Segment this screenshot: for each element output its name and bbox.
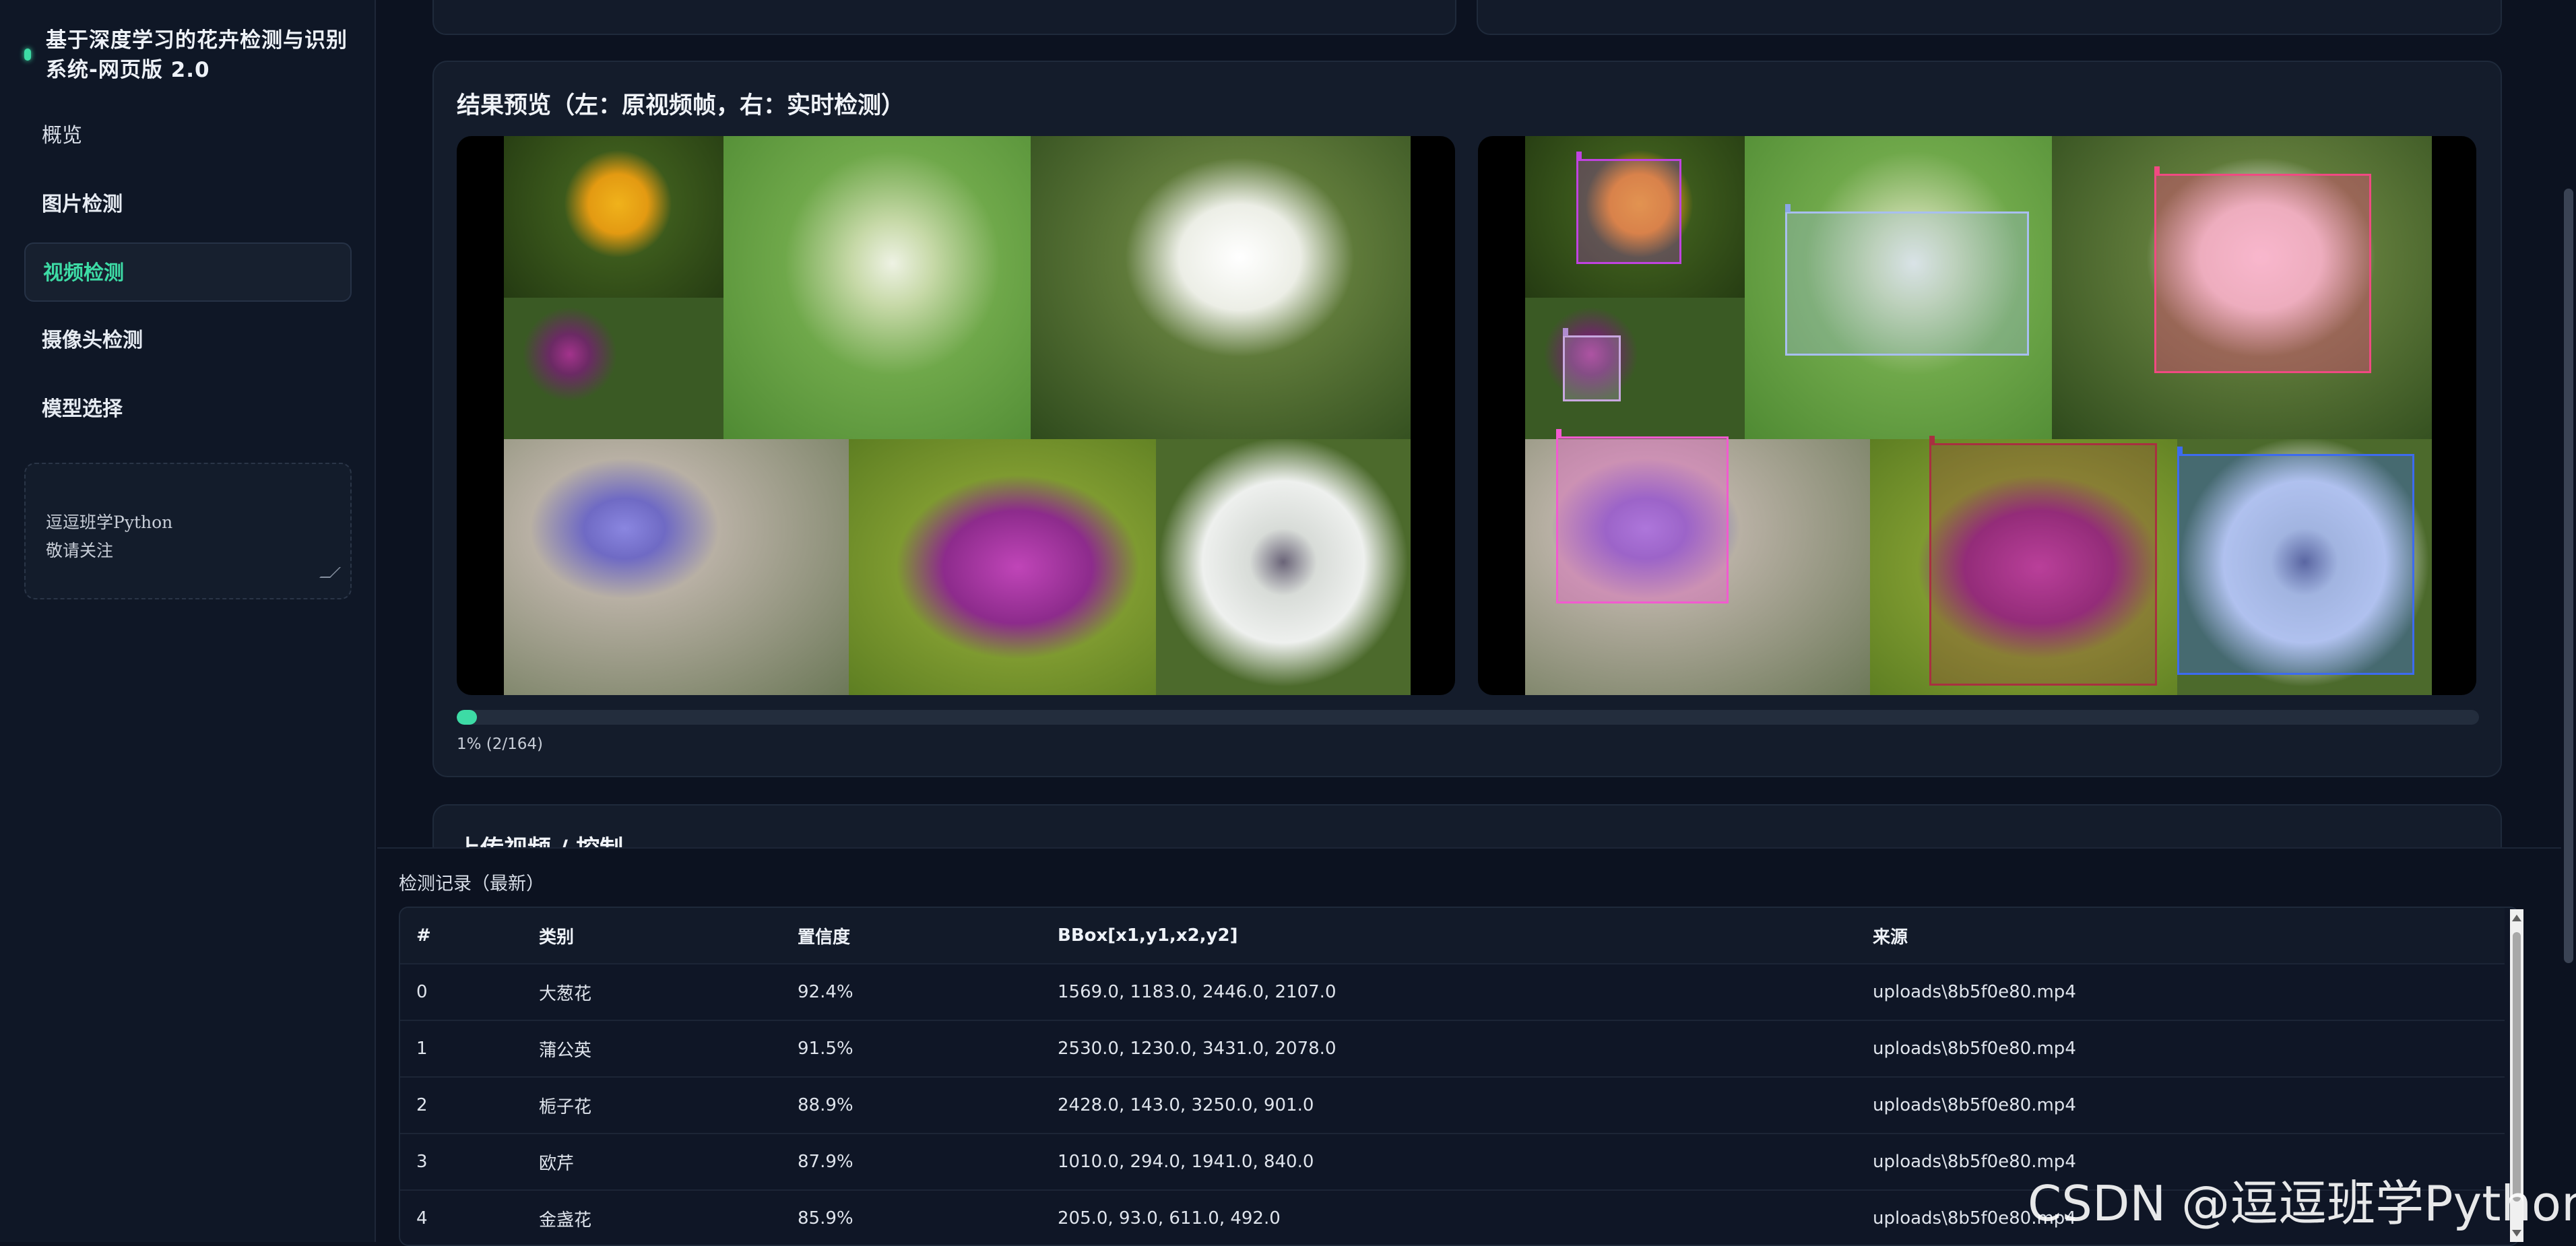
detection-box-gardenia (2154, 166, 2371, 373)
table-cell: 栀子花 (523, 1077, 781, 1134)
progress-text: 1% (2/164) (457, 735, 544, 753)
table-cell: 205.0, 93.0, 611.0, 492.0 (1041, 1190, 1857, 1245)
app-title: 基于深度学习的花卉检测与识别系统-网页版 2.0 (46, 28, 348, 82)
table-cell: 1569.0, 1183.0, 2446.0, 2107.0 (1041, 964, 1857, 1021)
table-cell: 2530.0, 1230.0, 3431.0, 2078.0 (1041, 1020, 1857, 1078)
detect-tile-thistle (1525, 298, 1745, 439)
nav-item-image-detection[interactable]: 图片检测 (24, 175, 352, 234)
table-cell: uploads\8b5f0e80.mp4 (1857, 964, 2505, 1021)
notes-text: 逗逗班学Python 敬请关注 (46, 513, 173, 560)
progress-fill (457, 710, 478, 725)
table-cell: 88.9% (781, 1077, 1041, 1134)
detection-box-dandelion (2177, 447, 2414, 675)
sidebar: 基于深度学习的花卉检测与识别系统-网页版 2.0 概览 图片检测 视频检测 摄像… (0, 0, 376, 1242)
column-header[interactable]: # (400, 908, 523, 964)
scroll-up-arrow-icon[interactable] (2512, 915, 2521, 921)
preview-panel: 结果预览（左：原视频帧，右：实时检测） 1% (2/164) (432, 61, 2502, 777)
resize-grip-icon[interactable] (319, 567, 341, 578)
table-cell: 蒲公英 (523, 1020, 781, 1078)
nav-item-video-detection[interactable]: 视频检测 (24, 242, 352, 302)
detection-box-thistle (1563, 328, 1621, 401)
original-frame (457, 136, 1455, 695)
nav-item-overview[interactable]: 概览 (24, 106, 352, 166)
frame-tile-parsley (723, 136, 1031, 439)
column-header[interactable]: 类别 (523, 908, 781, 964)
status-dot-icon (24, 48, 31, 61)
table-cell: 4 (400, 1190, 523, 1245)
records-title: 检测记录（最新） (399, 874, 544, 894)
table-row[interactable]: 0 大葱花 92.4% 1569.0, 1183.0, 2446.0, 2107… (400, 964, 2505, 1021)
detection-box-borage (1556, 429, 1729, 603)
detection-box-parsley (1785, 204, 2029, 356)
table-cell: 1 (400, 1020, 523, 1078)
table-cell: 3 (400, 1134, 523, 1191)
watermark: CSDN @逗逗班学Python (2028, 1175, 2576, 1232)
table-cell: 92.4% (781, 964, 1041, 1021)
frame-tile-allium (849, 439, 1156, 695)
table-cell: 2 (400, 1077, 523, 1134)
table-cell: 欧芹 (523, 1134, 781, 1191)
detection-box-marigold (1576, 152, 1681, 264)
table-cell: 91.5% (781, 1020, 1041, 1078)
detection-box-allium (1929, 436, 2157, 686)
table-row[interactable]: 1 蒲公英 91.5% 2530.0, 1230.0, 3431.0, 2078… (400, 1020, 2505, 1078)
table-cell: 87.9% (781, 1134, 1041, 1191)
frame-tile-dandelion (1156, 439, 1411, 695)
preview-title: 结果预览（左：原视频帧，右：实时检测） (457, 92, 905, 119)
frame-tile-gardenia (1031, 136, 1411, 439)
nav-item-camera-detection[interactable]: 摄像头检测 (24, 311, 352, 370)
page-scrollbar[interactable] (2561, 0, 2576, 1242)
table-cell: 0 (400, 964, 523, 1021)
table-row[interactable]: 2 栀子花 88.9% 2428.0, 143.0, 3250.0, 901.0… (400, 1077, 2505, 1134)
table-cell: 大葱花 (523, 964, 781, 1021)
table-scroll-thumb[interactable] (2513, 932, 2521, 1202)
top-card-right (1477, 0, 2502, 35)
table-cell: uploads\8b5f0e80.mp4 (1857, 1077, 2505, 1134)
table-cell: 2428.0, 143.0, 3250.0, 901.0 (1041, 1077, 1857, 1134)
table-cell: 金盏花 (523, 1190, 781, 1245)
column-header[interactable]: 置信度 (781, 908, 1041, 964)
detection-frame (1478, 136, 2476, 695)
top-card-left (432, 0, 1456, 35)
page-scroll-thumb[interactable] (2564, 189, 2573, 963)
table-cell: 85.9% (781, 1190, 1041, 1245)
frame-tile-marigold (504, 136, 723, 298)
table-cell: uploads\8b5f0e80.mp4 (1857, 1020, 2505, 1078)
table-header-row: # 类别 置信度 BBox[x1,y1,x2,y2] 来源 (400, 908, 2505, 964)
notes-textarea[interactable]: 逗逗班学Python 敬请关注 (24, 463, 352, 599)
column-header[interactable]: BBox[x1,y1,x2,y2] (1041, 908, 1857, 964)
column-header[interactable]: 来源 (1857, 908, 2505, 964)
frame-tile-borage (504, 439, 849, 695)
nav-item-model-select[interactable]: 模型选择 (24, 380, 352, 439)
progress-bar (457, 710, 2479, 725)
table-cell: 1010.0, 294.0, 1941.0, 840.0 (1041, 1134, 1857, 1191)
frame-tile-thistle (504, 298, 723, 439)
